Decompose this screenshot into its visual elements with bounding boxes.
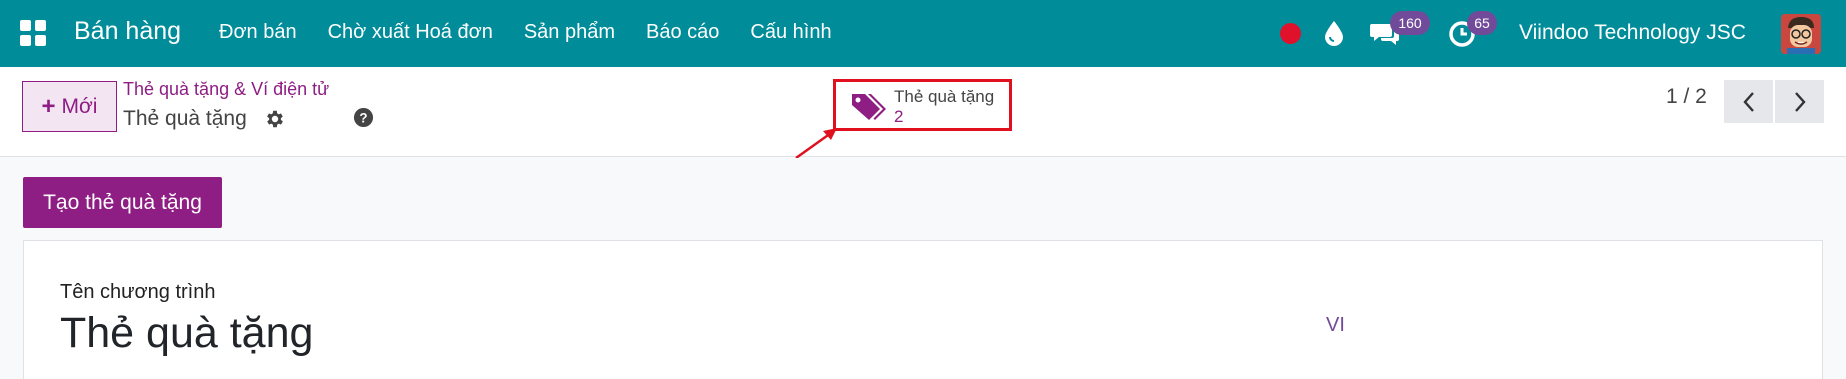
menu-item-reporting[interactable]: Báo cáo: [646, 21, 719, 44]
program-name-label: Tên chương trình: [60, 281, 216, 303]
top-navbar: Bán hàng Đơn bán Chờ xuất Hoá đơn Sản ph…: [0, 0, 1846, 67]
gift-cards-smart-button[interactable]: Thẻ quà tặng 2: [833, 79, 1012, 131]
water-drop-icon[interactable]: [1323, 20, 1345, 46]
menu-item-to-invoice[interactable]: Chờ xuất Hoá đơn: [328, 21, 493, 44]
app-name[interactable]: Bán hàng: [74, 17, 181, 46]
create-gift-card-button[interactable]: Tạo thẻ quà tặng: [23, 177, 222, 228]
new-button-label: Mới: [61, 94, 98, 118]
svg-text:?: ?: [359, 110, 367, 125]
pager-next-button[interactable]: [1775, 80, 1824, 123]
form-view: Tạo thẻ quà tặng Tên chương trình Thẻ qu…: [0, 158, 1846, 379]
program-name-field[interactable]: Thẻ quà tặng: [60, 309, 313, 358]
new-button[interactable]: + Mới: [22, 81, 117, 132]
tags-icon: [852, 94, 886, 120]
plus-icon: +: [41, 92, 56, 120]
company-switcher[interactable]: Viindoo Technology JSC: [1519, 21, 1746, 45]
main-menu: Đơn bán Chờ xuất Hoá đơn Sản phẩm Báo cá…: [219, 21, 863, 44]
pager-value[interactable]: 1 / 2: [1666, 85, 1707, 109]
gear-icon[interactable]: [264, 108, 286, 130]
form-sheet: Tên chương trình Thẻ quà tặng VI: [23, 240, 1823, 379]
recording-dot-icon[interactable]: [1280, 23, 1301, 44]
menu-item-orders[interactable]: Đơn bán: [219, 21, 297, 44]
activities-count-badge: 65: [1467, 11, 1497, 35]
menu-item-configuration[interactable]: Cấu hình: [750, 21, 831, 44]
smart-button-count: 2: [894, 107, 904, 126]
chevron-left-icon: [1742, 91, 1754, 112]
chevron-right-icon: [1794, 91, 1806, 112]
translate-language-button[interactable]: VI: [1326, 314, 1345, 337]
help-icon[interactable]: ?: [353, 107, 374, 128]
user-avatar[interactable]: [1781, 14, 1821, 54]
apps-grid-icon[interactable]: [20, 20, 46, 46]
menu-item-products[interactable]: Sản phẩm: [524, 21, 615, 44]
messages-count-badge: 160: [1390, 11, 1430, 35]
control-panel: + Mới Thẻ quà tặng & Ví điện tử Thẻ quà …: [0, 67, 1846, 157]
smart-button-label: Thẻ quà tặng: [894, 87, 995, 106]
breadcrumb-parent[interactable]: Thẻ quà tặng & Ví điện tử: [123, 79, 329, 100]
annotation-arrow: [795, 128, 837, 160]
breadcrumb-current: Thẻ quà tặng: [123, 107, 247, 130]
pager-previous-button[interactable]: [1724, 80, 1773, 123]
